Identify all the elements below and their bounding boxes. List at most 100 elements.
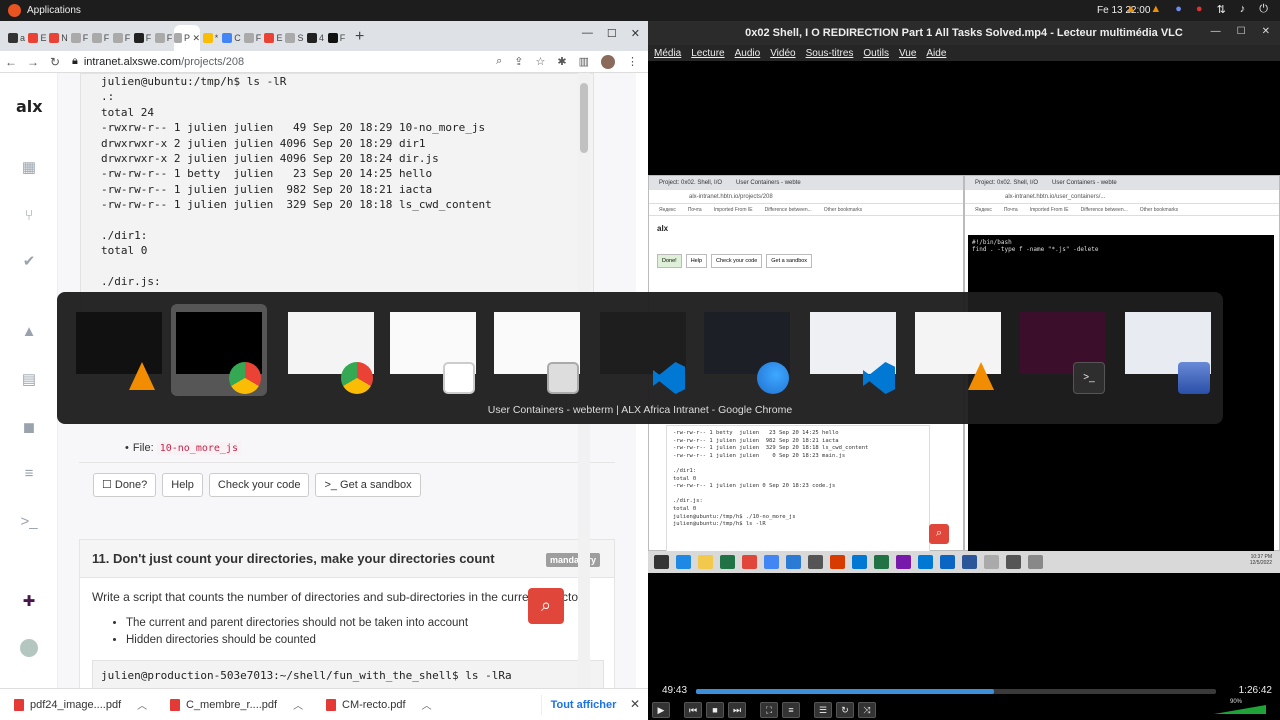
tab[interactable]: N — [48, 25, 69, 51]
forward-arrow-icon[interactable]: → — [22, 55, 44, 69]
switcher-window-5[interactable] — [489, 304, 585, 396]
close-shelf-icon[interactable]: ✕ — [630, 697, 640, 711]
menu-tools[interactable]: Outils — [863, 48, 889, 59]
download-item[interactable]: C_membre_r....pdf ︿ — [156, 697, 312, 712]
switcher-window-7[interactable] — [699, 304, 795, 396]
download-item[interactable]: CM-recto.pdf ︿ — [312, 697, 468, 712]
maximize-icon[interactable]: ☐ — [1237, 26, 1246, 37]
user-avatar[interactable] — [20, 639, 38, 657]
vlc-tray-icon-2[interactable]: ▲ — [1150, 3, 1161, 16]
activities-menu[interactable]: Applications — [0, 4, 81, 17]
search-fab-icon[interactable]: ⌕ — [528, 588, 564, 624]
tab[interactable]: 4 — [305, 25, 326, 51]
tab[interactable]: F — [132, 25, 153, 51]
chrome-tray-icon[interactable]: ● — [1175, 3, 1182, 16]
next-icon[interactable]: ⏭ — [728, 701, 746, 718]
network-icon[interactable]: ⇅ — [1217, 3, 1226, 16]
tab[interactable]: F — [90, 25, 111, 51]
check-icon[interactable]: ✔ — [20, 253, 38, 271]
close-icon[interactable]: ✕ — [1262, 26, 1270, 37]
record-tray-icon[interactable]: ● — [1196, 3, 1203, 16]
play-icon[interactable]: ▶ — [652, 701, 670, 718]
list-icon[interactable]: ≡ — [20, 465, 38, 483]
share-icon[interactable]: ⇪ — [514, 55, 523, 69]
calendar-icon[interactable]: ▦ — [20, 159, 38, 177]
extended-settings-icon[interactable]: ≡ — [782, 701, 800, 718]
menu-view[interactable]: Vue — [899, 48, 916, 59]
menu-subtitles[interactable]: Sous-titres — [806, 48, 854, 59]
fullscreen-icon[interactable]: ⛶ — [760, 701, 778, 718]
menu-video[interactable]: Vidéo — [770, 48, 795, 59]
switcher-window-1[interactable] — [71, 304, 167, 396]
new-tab-button[interactable]: + — [355, 25, 364, 51]
volume-icon[interactable]: ♪ — [1240, 3, 1246, 16]
task-actions: ☐ Done? Help Check your code >_ Get a sand… — [79, 462, 615, 506]
sandbox-button[interactable]: >_ Get a sandbox — [315, 472, 421, 497]
switcher-window-8[interactable] — [805, 304, 901, 396]
branch-icon[interactable]: ⑂ — [20, 207, 38, 225]
chat-icon[interactable]: ◼ — [20, 419, 38, 437]
show-all-button[interactable]: Tout afficher — [541, 695, 625, 715]
tab-active[interactable]: P ✕ — [174, 25, 200, 51]
total-time: 1:26:42 — [1238, 685, 1272, 696]
done-button[interactable]: ☐ Done? — [93, 472, 157, 497]
power-icon[interactable]: ⏻ — [1259, 3, 1268, 16]
tab[interactable]: F — [111, 25, 132, 51]
tab[interactable]: E — [27, 25, 48, 51]
check-code-button[interactable]: Check your code — [208, 472, 310, 497]
playlist-icon[interactable]: ☰ — [814, 701, 832, 718]
tab[interactable]: E — [263, 25, 284, 51]
extensions-icon[interactable]: ✱ — [557, 55, 566, 69]
switcher-window-10[interactable]: >_ — [1015, 304, 1111, 396]
menu-media[interactable]: Média — [654, 48, 681, 59]
slack-icon[interactable]: ✚ — [20, 593, 38, 611]
previous-icon[interactable]: ⏮ — [684, 701, 702, 718]
stop-icon[interactable]: ■ — [706, 701, 724, 718]
url-path: /projects/208 — [181, 55, 245, 68]
download-item[interactable]: pdf24_image....pdf ︿ — [0, 697, 156, 712]
loop-icon[interactable]: ↻ — [836, 701, 854, 718]
close-icon[interactable]: ✕ — [631, 27, 640, 40]
tab[interactable]: F — [326, 25, 347, 51]
menu-audio[interactable]: Audio — [735, 48, 761, 59]
seek-slider[interactable] — [696, 689, 1216, 694]
address-bar[interactable]: 🔒︎ intranet.alxswe.com/projects/208 — [72, 55, 244, 68]
reload-icon[interactable]: ↻ — [44, 55, 66, 69]
switcher-window-4[interactable] — [385, 304, 481, 396]
shuffle-icon[interactable]: ⤨ — [858, 701, 876, 718]
switcher-window-11[interactable] — [1120, 304, 1216, 396]
maximize-icon[interactable]: ☐ — [607, 27, 617, 40]
switcher-window-3[interactable] — [283, 304, 379, 396]
applications-label[interactable]: Applications — [27, 5, 81, 16]
tab[interactable]: F — [69, 25, 90, 51]
minimize-icon[interactable]: — — [582, 27, 593, 40]
tab[interactable]: S — [284, 25, 305, 51]
tab[interactable]: * — [200, 25, 221, 51]
switcher-window-6[interactable] — [595, 304, 691, 396]
menu-help[interactable]: Aide — [926, 48, 946, 59]
menu-kebab-icon[interactable]: ⋮ — [627, 55, 638, 69]
bookmark-star-icon[interactable]: ☆ — [536, 55, 546, 69]
tab[interactable]: F — [153, 25, 174, 51]
terminal-icon[interactable]: >_ — [20, 513, 38, 531]
sidepanel-icon[interactable]: ▥ — [579, 55, 589, 69]
alx-logo[interactable]: alx — [16, 97, 43, 116]
vlc-title-bar: 0x02 Shell, I O REDIRECTION Part 1 All T… — [648, 21, 1280, 45]
tab[interactable]: a — [6, 25, 27, 51]
document-icon[interactable]: ▤ — [20, 371, 38, 389]
help-button[interactable]: Help — [162, 472, 203, 497]
graduation-cap-icon[interactable]: ▲ — [20, 323, 38, 341]
vlc-tray-icon[interactable]: ▲ — [1125, 3, 1136, 16]
switcher-window-9[interactable] — [910, 304, 1006, 396]
tab[interactable]: F — [242, 25, 263, 51]
menu-lecture[interactable]: Lecture — [691, 48, 724, 59]
back-arrow-icon[interactable]: ← — [0, 55, 22, 69]
zoom-icon[interactable]: ⌕ — [496, 55, 502, 69]
volume-slider[interactable]: 90% — [1214, 699, 1266, 715]
text-editor-icon — [443, 362, 475, 394]
switcher-window-2[interactable] — [171, 304, 267, 396]
chrome-icon — [229, 362, 261, 394]
tab[interactable]: C — [221, 25, 242, 51]
profile-avatar[interactable] — [601, 55, 615, 69]
minimize-icon[interactable]: — — [1211, 26, 1221, 37]
